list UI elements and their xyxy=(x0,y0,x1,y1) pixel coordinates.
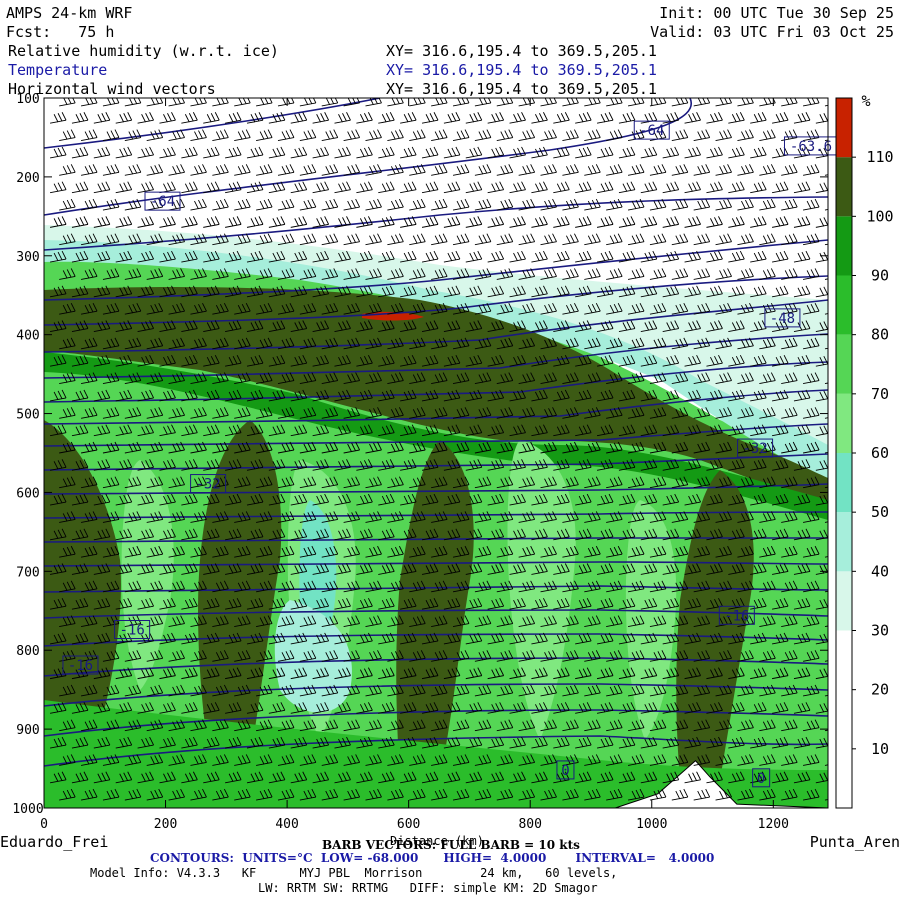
y-tick-label: 300 xyxy=(16,250,39,265)
y-tick-label: 600 xyxy=(16,486,39,501)
x-tick-label: 0 xyxy=(40,817,48,832)
colorbar-tick-label: 110 xyxy=(866,148,893,166)
y-tick-label: 1000 xyxy=(12,802,43,817)
y-tick-label: 100 xyxy=(16,92,39,107)
model-info: Model Info: V4.3.3 KF MYJ PBL Morrison 2… xyxy=(90,866,618,880)
contour-label: -63.6 xyxy=(790,139,832,155)
colorbar-segment xyxy=(836,98,852,158)
y-tick-label: 200 xyxy=(16,171,39,186)
y-tick-label: 400 xyxy=(16,329,39,344)
x-tick-label: 800 xyxy=(518,817,541,832)
barb-legend: BARB VECTORS: FULL BARB = 10 kts xyxy=(322,838,580,852)
colorbar-segment xyxy=(836,216,852,276)
contour-label: -32 xyxy=(195,477,220,493)
colorbar-segment xyxy=(836,630,852,808)
physics-info: LW: RRTM SW: RRTMG DIFF: simple KM: 2D S… xyxy=(258,881,598,895)
left-station: Eduardo_Frei xyxy=(0,833,109,851)
contour-label: -32 xyxy=(742,441,767,457)
x-tick-label: 200 xyxy=(154,817,177,832)
contour-label: -16 xyxy=(68,658,93,674)
colorbar: 10 20 30 40 50 60 70 80 90 100 110% xyxy=(835,92,894,809)
y-tick-label: 900 xyxy=(16,723,39,738)
y-tick-label: 700 xyxy=(16,565,39,580)
colorbar-unit: % xyxy=(861,92,870,110)
y-tick-label: 800 xyxy=(16,644,39,659)
colorbar-tick-label: 40 xyxy=(871,562,889,580)
colorbar-tick-label: 90 xyxy=(871,267,889,285)
colorbar-segment xyxy=(836,157,852,217)
colorbar-segment xyxy=(836,275,852,335)
colorbar-tick-label: 70 xyxy=(871,385,889,403)
colorbar-tick-label: 100 xyxy=(866,207,893,225)
colorbar-segment xyxy=(836,512,852,572)
contour-label: -16 xyxy=(724,608,749,624)
contour-info: CONTOURS: UNITS=°C LOW= -68.000 HIGH= 4.… xyxy=(150,851,715,865)
contour-label: -64 xyxy=(150,194,175,210)
contour-label: 0 xyxy=(561,763,569,779)
cross-section-chart: -64 -63.6 -64 -48 -32 -32 -16 -16 -16 0 0 0 200 400 6… xyxy=(12,92,894,832)
colorbar-segment xyxy=(836,393,852,453)
colorbar-segment xyxy=(836,334,852,394)
colorbar-segment xyxy=(836,453,852,513)
contour-label: -48 xyxy=(770,311,795,327)
right-station: Punta_Aren xyxy=(809,833,900,851)
contour-label: -64 xyxy=(639,123,664,139)
colorbar-tick-label: 20 xyxy=(871,681,889,699)
colorbar-tick-label: 60 xyxy=(871,444,889,462)
y-tick-label: 500 xyxy=(16,408,39,423)
x-tick-label: 1000 xyxy=(636,817,667,832)
colorbar-tick-label: 80 xyxy=(871,326,889,344)
x-tick-label: 1200 xyxy=(758,817,789,832)
colorbar-tick-label: 50 xyxy=(871,503,889,521)
colorbar-segment xyxy=(836,571,852,631)
x-tick-label: 600 xyxy=(397,817,420,832)
x-tick-label: 400 xyxy=(275,817,298,832)
colorbar-tick-label: 10 xyxy=(871,740,889,758)
contour-label: 0 xyxy=(757,771,765,787)
colorbar-tick-label: 30 xyxy=(871,622,889,640)
contour-label: -16 xyxy=(119,623,144,639)
